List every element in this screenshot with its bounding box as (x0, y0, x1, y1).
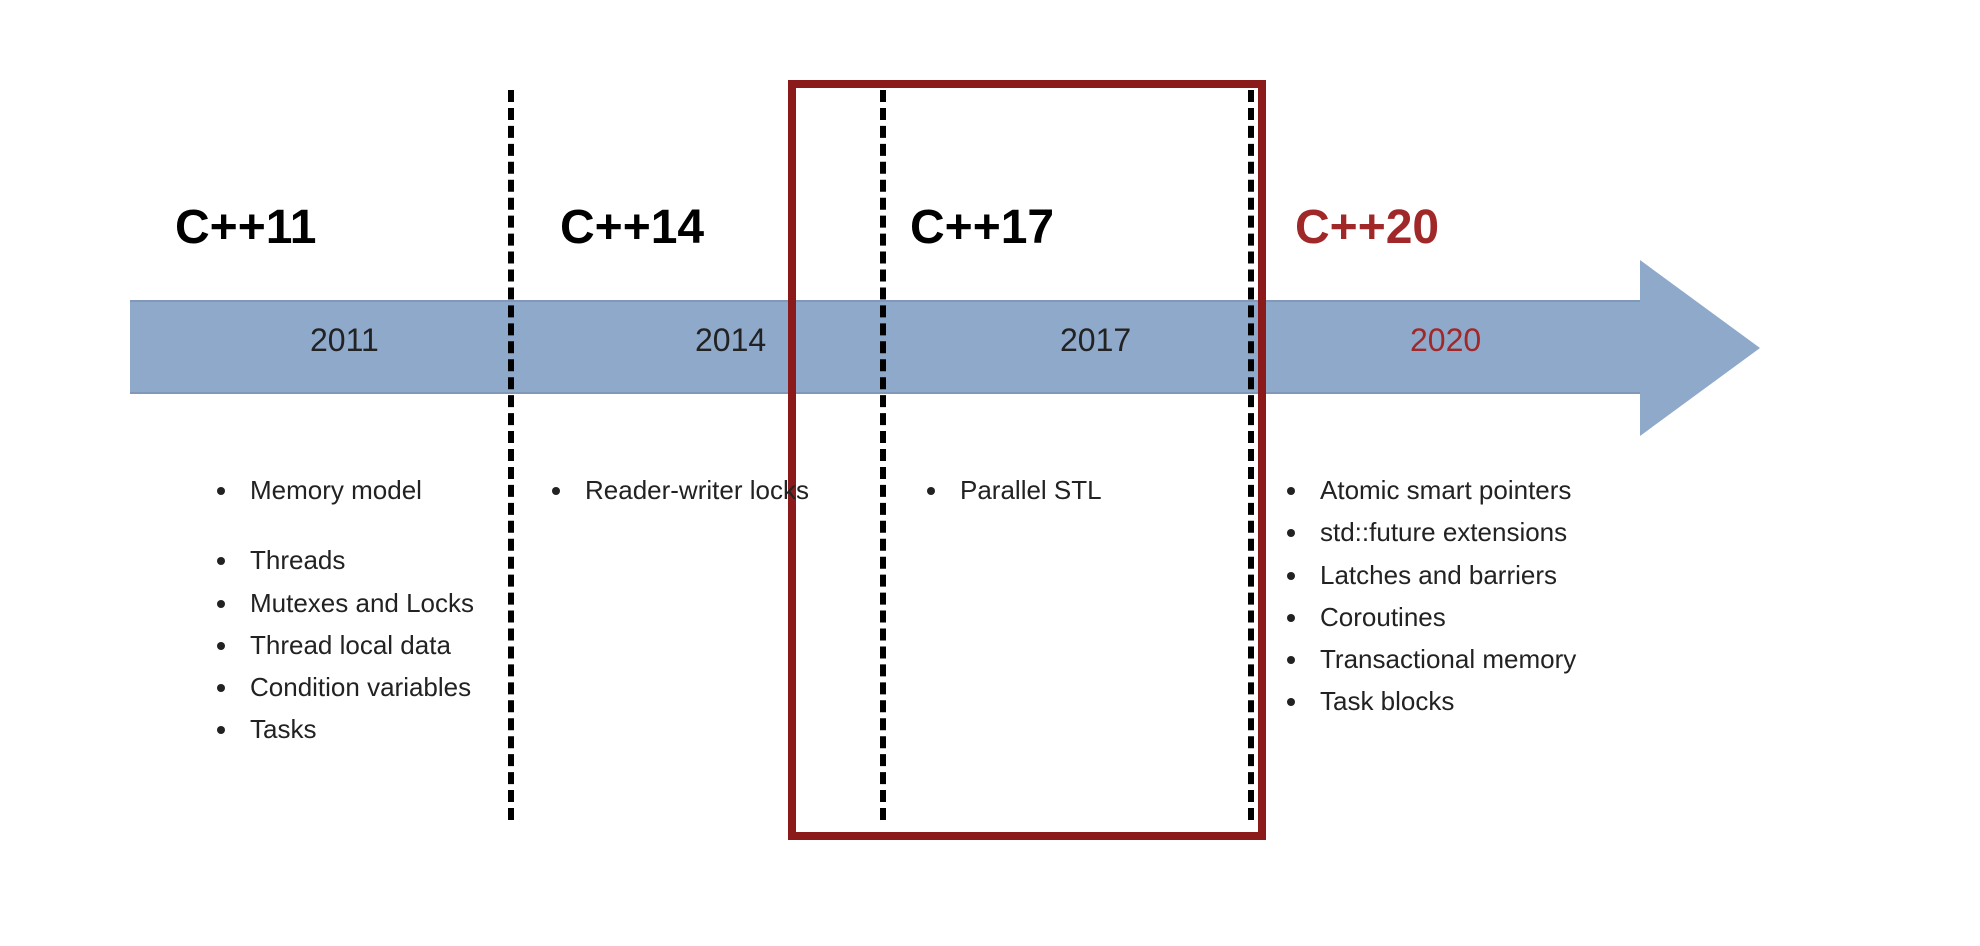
milestone-title-0: C++11 (175, 200, 316, 255)
feature-item: std::future extensions (1310, 512, 1576, 552)
milestone-feature-list-2: Parallel STL (920, 470, 1102, 512)
milestone-year-1: 2014 (695, 322, 766, 359)
milestone-year-0: 2011 (310, 322, 379, 359)
milestone-title-3: C++20 (1295, 200, 1439, 255)
milestone-feature-list-0: Memory model ThreadsMutexes and LocksThre… (210, 470, 474, 752)
feature-item: Transactional memory (1310, 639, 1576, 679)
feature-item: Atomic smart pointers (1310, 470, 1576, 510)
feature-item: Parallel STL (950, 470, 1102, 510)
highlight-box (788, 80, 1266, 840)
timeline-divider-1 (508, 90, 514, 820)
diagram-stage: C++11 C++14 C++17 C++20 2011 2014 2017 2020 Me… (0, 0, 1980, 946)
feature-item: Threads (240, 540, 474, 580)
milestone-title-2: C++17 (910, 200, 1054, 255)
feature-item: Tasks (240, 709, 474, 749)
feature-item: Memory model (240, 470, 474, 510)
feature-item: Reader-writer locks (575, 470, 809, 510)
feature-item: Latches and barriers (1310, 555, 1576, 595)
feature-item: Thread local data (240, 625, 474, 665)
milestone-year-3: 2020 (1410, 322, 1481, 359)
milestone-feature-list-3: Atomic smart pointersstd::future extensi… (1280, 470, 1576, 724)
milestone-title-1: C++14 (560, 200, 704, 255)
milestone-feature-list-1: Reader-writer locks (545, 470, 809, 512)
timeline-arrow-head (1640, 260, 1760, 436)
feature-item: Task blocks (1310, 681, 1576, 721)
milestone-year-2: 2017 (1060, 322, 1131, 359)
feature-item: Coroutines (1310, 597, 1576, 637)
feature-item: Mutexes and Locks (240, 583, 474, 623)
feature-item: Condition variables (240, 667, 474, 707)
